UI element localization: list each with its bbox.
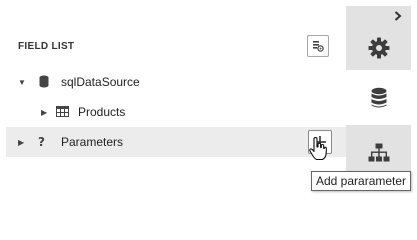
hierarchy-icon bbox=[368, 143, 389, 161]
question-icon: ? bbox=[38, 135, 45, 149]
field-list-panel: FIELD LIST ▼ sqlDataSource ▶ Products ▶ … bbox=[6, 6, 346, 193]
expand-toggle-icon[interactable]: ▶ bbox=[18, 138, 24, 147]
tree-item-sqldatasource[interactable]: ▼ sqlDataSource bbox=[6, 67, 346, 97]
tab-field-list[interactable] bbox=[346, 70, 411, 125]
report-designer-card: FIELD LIST ▼ sqlDataSource ▶ Products ▶ … bbox=[6, 6, 411, 193]
hand-cursor-icon bbox=[309, 137, 327, 161]
tree-item-label: Products bbox=[78, 105, 126, 119]
database-icon bbox=[39, 75, 49, 88]
add-parameter-tooltip: Add pararameter bbox=[311, 171, 412, 191]
tree-item-products[interactable]: ▶ Products bbox=[6, 97, 346, 127]
expand-toggle-icon[interactable]: ▶ bbox=[41, 108, 47, 117]
panel-title: FIELD LIST bbox=[18, 41, 75, 52]
tree-item-parameters[interactable]: ▶ ? Parameters bbox=[6, 127, 346, 157]
tree-item-label: Parameters bbox=[61, 135, 124, 149]
field-list-options-icon bbox=[313, 41, 324, 52]
field-list-options-button[interactable] bbox=[307, 35, 329, 57]
tree-item-label: sqlDataSource bbox=[61, 75, 140, 89]
database-icon bbox=[371, 87, 386, 107]
tab-properties[interactable] bbox=[346, 20, 411, 75]
gear-icon bbox=[368, 37, 389, 58]
expand-toggle-icon[interactable]: ▼ bbox=[18, 78, 26, 87]
table-icon bbox=[56, 106, 69, 117]
side-tab-bar bbox=[346, 6, 411, 193]
